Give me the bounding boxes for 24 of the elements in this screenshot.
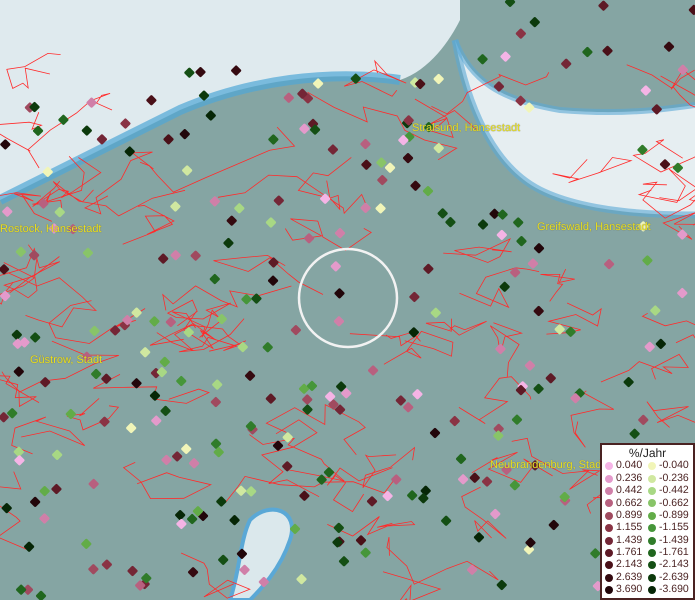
legend-value: -0.662	[659, 496, 689, 510]
legend-value: 0.899	[616, 508, 644, 522]
legend-value: -3.690	[659, 582, 689, 598]
legend-value: -1.155	[659, 520, 689, 536]
legend-value: -0.899	[659, 508, 689, 522]
legend-value: -2.143	[659, 557, 689, 572]
legend-value: -1.439	[659, 532, 689, 548]
legend-value: 0.040	[616, 458, 644, 474]
legend-title: %/Jahr	[628, 446, 668, 460]
legend-value: -0.442	[659, 483, 689, 498]
legend-value: -0.040	[659, 458, 689, 474]
legend-value: 2.639	[616, 570, 644, 584]
legend-value: -1.761	[659, 545, 689, 560]
legend-value: 3.690	[616, 582, 644, 598]
legend-value: 1.761	[616, 545, 644, 560]
legend-value: -2.639	[659, 570, 689, 584]
legend-value: 0.662	[616, 496, 644, 510]
legend-value: 1.439	[616, 532, 644, 548]
legend-value: -0.236	[659, 470, 689, 486]
legend-value: 1.155	[616, 520, 644, 536]
legend-value: 0.442	[616, 483, 644, 498]
city-label: Güstrow, Stadt	[30, 355, 102, 366]
legend-value: 2.143	[616, 557, 644, 572]
legend-value: 0.236	[616, 470, 644, 486]
